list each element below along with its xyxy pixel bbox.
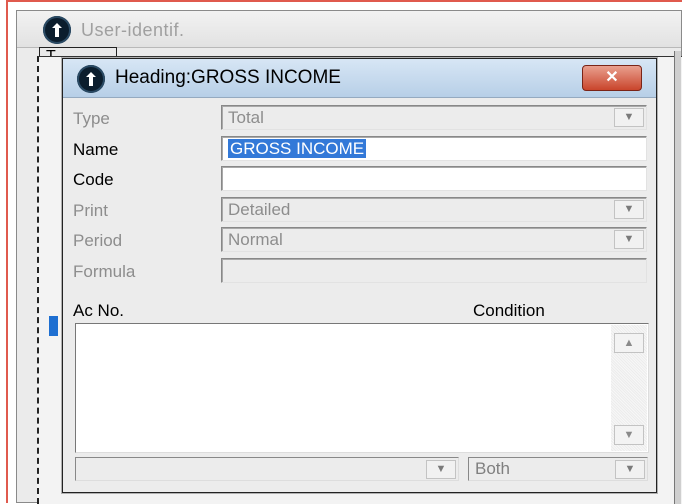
background-titlebar: User-identif.: [17, 11, 681, 48]
formula-label: Formula: [73, 262, 136, 281]
list-scrollbar[interactable]: ▲ ▼: [611, 325, 647, 451]
chevron-down-icon[interactable]: ▼: [614, 200, 644, 219]
type-label: Type: [73, 109, 110, 128]
name-value: GROSS INCOME: [228, 139, 367, 158]
chevron-down-icon[interactable]: ▼: [615, 460, 645, 479]
condition-select[interactable]: Both ▼: [468, 457, 648, 481]
heading-dialog: Heading:GROSS INCOME ✕ Type Total ▼ Name…: [62, 58, 657, 493]
close-icon: ✕: [605, 69, 619, 86]
account-list[interactable]: ▲ ▼: [75, 323, 649, 453]
period-value: Normal: [228, 230, 283, 249]
period-row: Period Normal ▼: [73, 227, 647, 255]
print-select[interactable]: Detailed ▼: [221, 197, 647, 222]
name-row: Name GROSS INCOME: [73, 136, 647, 164]
chevron-down-icon[interactable]: ▼: [614, 108, 644, 127]
condition-column-header: Condition: [473, 301, 545, 320]
name-input[interactable]: GROSS INCOME: [221, 136, 647, 161]
period-label: Period: [73, 231, 123, 250]
code-input[interactable]: [221, 166, 647, 191]
info-icon: [77, 65, 105, 93]
print-value: Detailed: [228, 200, 291, 219]
type-row: Type Total ▼: [73, 105, 647, 133]
condition-select-value: Both: [475, 459, 510, 478]
type-value: Total: [228, 108, 264, 127]
account-select[interactable]: ▼: [75, 457, 459, 481]
print-label: Print: [73, 201, 108, 220]
chevron-up-icon[interactable]: ▲: [614, 333, 644, 353]
close-button[interactable]: ✕: [582, 65, 642, 91]
background-window-title: User-identif.: [81, 20, 185, 40]
background-scrollbar[interactable]: [674, 51, 681, 504]
code-label: Code: [73, 170, 114, 189]
name-label: Name: [73, 140, 119, 159]
formula-input[interactable]: [221, 258, 647, 283]
info-icon: [43, 16, 71, 44]
chevron-down-icon[interactable]: ▼: [614, 425, 644, 445]
chevron-down-icon[interactable]: ▼: [426, 460, 456, 479]
print-row: Print Detailed ▼: [73, 197, 647, 225]
formula-row: Formula: [73, 258, 647, 286]
dialog-titlebar[interactable]: Heading:GROSS INCOME ✕: [63, 59, 656, 98]
period-select[interactable]: Normal ▼: [221, 227, 647, 252]
type-select[interactable]: Total ▼: [221, 105, 647, 130]
selected-row-marker: [49, 316, 58, 336]
acno-column-header: Ac No.: [73, 301, 125, 320]
dialog-title: Heading:GROSS INCOME: [115, 67, 341, 88]
chevron-down-icon[interactable]: ▼: [614, 230, 644, 249]
code-row: Code: [73, 166, 647, 194]
